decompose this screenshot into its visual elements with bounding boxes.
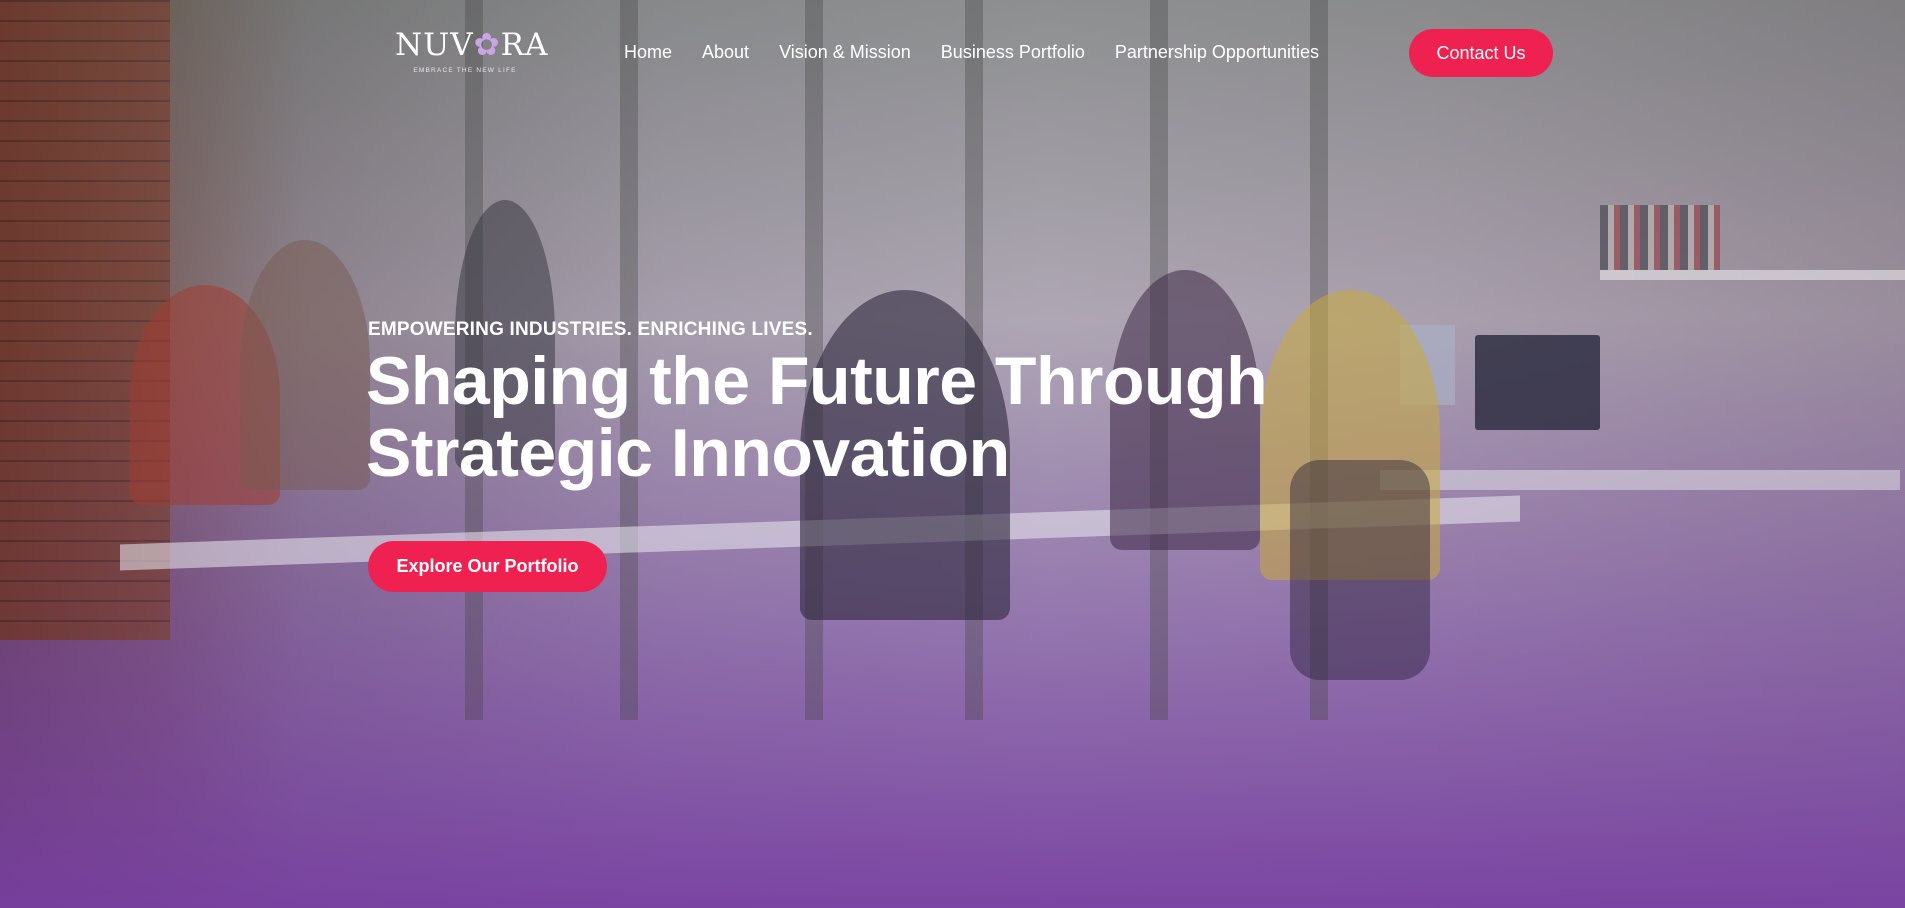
background-photo-person — [130, 285, 280, 505]
background-photo-desk — [1380, 470, 1900, 490]
background-photo-person — [240, 240, 370, 490]
background-photo-books — [1600, 205, 1720, 270]
background-photo-desk — [120, 495, 1520, 571]
brand-logo[interactable]: NUV✿RA EMBRACE THE NEW LIFE — [395, 27, 549, 80]
hero-section: NUV✿RA EMBRACE THE NEW LIFE Home About V… — [0, 0, 1905, 908]
hero-headline-line-1: Shaping the Future Through — [366, 343, 1268, 419]
background-photo-person — [1260, 290, 1440, 580]
hero-eyebrow: EMPOWERING INDUSTRIES. ENRICHING LIVES. — [368, 319, 813, 340]
nav-item-business-portfolio[interactable]: Business Portfolio — [941, 42, 1085, 63]
background-photo-shelf — [1600, 270, 1905, 280]
background-photo-monitor — [1475, 335, 1600, 430]
logo-wordmark: NUV✿RA — [395, 27, 549, 63]
main-menu: Home About Vision & Mission Business Por… — [624, 42, 1319, 63]
top-navigation: NUV✿RA EMBRACE THE NEW LIFE Home About V… — [0, 0, 1905, 106]
hero-headline: Shaping the Future Through Strategic Inn… — [366, 343, 1268, 491]
contact-us-button[interactable]: Contact Us — [1409, 29, 1553, 77]
nav-item-home[interactable]: Home — [624, 42, 672, 63]
explore-portfolio-button[interactable]: Explore Our Portfolio — [368, 541, 607, 592]
background-photo-window-frame — [1310, 0, 1328, 720]
hero-headline-line-2: Strategic Innovation — [366, 415, 1010, 491]
logo-tagline: EMBRACE THE NEW LIFE — [413, 67, 517, 74]
nav-item-partnership-opportunities[interactable]: Partnership Opportunities — [1115, 42, 1319, 63]
nav-item-about[interactable]: About — [702, 42, 749, 63]
nav-item-vision-mission[interactable]: Vision & Mission — [779, 42, 911, 63]
background-photo-chair — [1290, 460, 1430, 680]
flower-icon: ✿ — [473, 27, 501, 63]
background-photo-monitor — [1400, 325, 1455, 405]
